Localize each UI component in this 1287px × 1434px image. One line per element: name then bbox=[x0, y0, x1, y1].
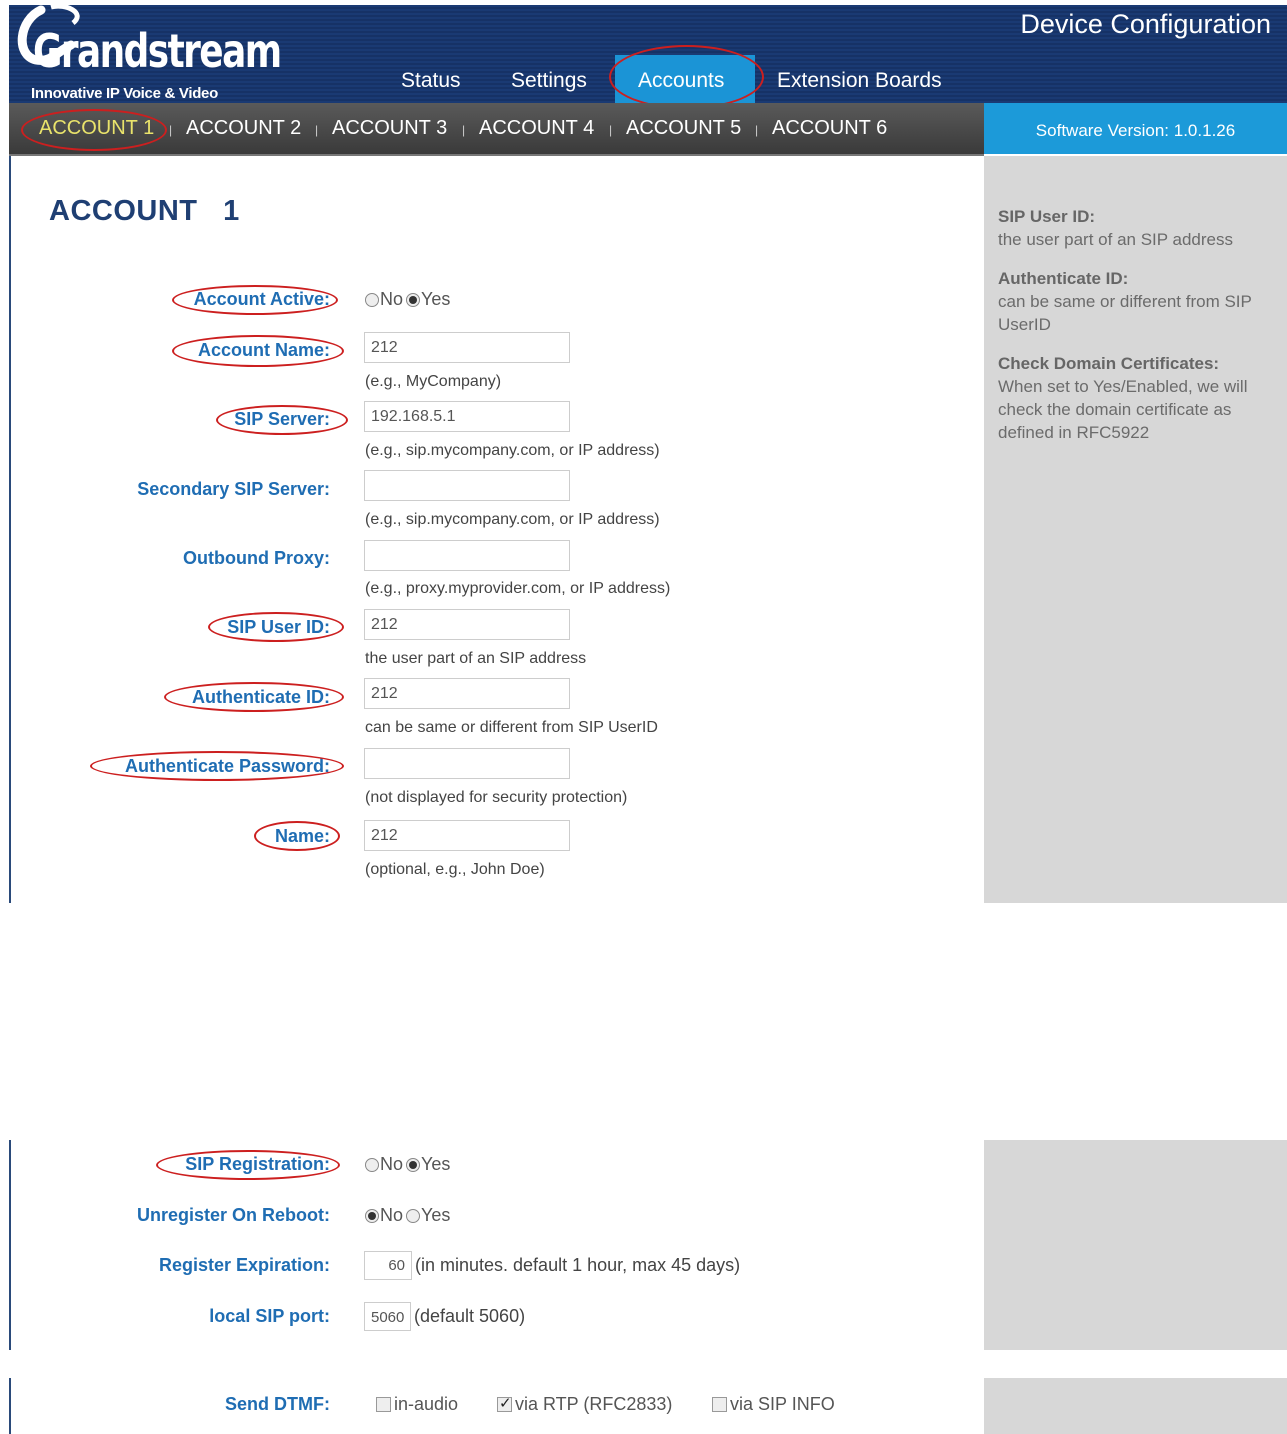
account-name-hint: (e.g., MyCompany) bbox=[365, 373, 502, 390]
subnav-account-1[interactable]: ACCOUNT 1 bbox=[39, 117, 154, 140]
authenticate-password-hint: (not displayed for security protection) bbox=[365, 789, 628, 806]
radio-label-no: No bbox=[380, 1205, 404, 1225]
radio-label-yes: Yes bbox=[421, 1205, 451, 1225]
dtmf-rtp-checkbox[interactable] bbox=[497, 1394, 512, 1412]
subnav-separator: | bbox=[462, 123, 466, 137]
unregister-on-reboot-yes-radio[interactable] bbox=[406, 1208, 421, 1223]
account-active-yes-radio[interactable] bbox=[406, 292, 421, 307]
help-item: SIP User ID: the user part of an SIP add… bbox=[998, 205, 1283, 251]
panel-border bbox=[9, 1378, 11, 1434]
outbound-proxy-hint: (e.g., proxy.myprovider.com, or IP addre… bbox=[365, 580, 671, 597]
dtmf-sip-info-checkbox[interactable] bbox=[712, 1397, 727, 1412]
unregister-on-reboot-label: Unregister On Reboot: bbox=[136, 1205, 330, 1225]
authenticate-password-label: Authenticate Password: bbox=[124, 756, 330, 776]
checkbox-label: via RTP (RFC2833) bbox=[515, 1394, 673, 1414]
checkbox-label: in-audio bbox=[394, 1394, 459, 1414]
help-text: the user part of an SIP address bbox=[998, 230, 1233, 249]
dtmf-sip-info-option: via SIP INFO bbox=[712, 1394, 835, 1415]
sip-registration-label: SIP Registration: bbox=[185, 1154, 330, 1174]
unregister-on-reboot-radios: No Yes bbox=[365, 1205, 450, 1226]
logo-text: Grandstream bbox=[33, 24, 282, 78]
authenticate-password-input[interactable] bbox=[364, 748, 570, 779]
sip-registration-no-radio[interactable] bbox=[365, 1157, 379, 1172]
secondary-sip-server-label: Secondary SIP Server: bbox=[137, 479, 330, 499]
subnav-separator: | bbox=[609, 123, 613, 137]
authenticate-id-input[interactable]: 212 bbox=[364, 678, 570, 709]
tab-accounts[interactable]: Accounts bbox=[638, 69, 724, 93]
account-active-no-radio[interactable] bbox=[365, 292, 379, 307]
sip-server-label: SIP Server: bbox=[234, 409, 330, 429]
register-expiration-note: (in minutes. default 1 hour, max 45 days… bbox=[415, 1255, 741, 1275]
tab-settings[interactable]: Settings bbox=[511, 69, 587, 93]
help-item: Authenticate ID: can be same or differen… bbox=[998, 267, 1283, 336]
authenticate-id-label: Authenticate ID: bbox=[191, 687, 330, 707]
help-title: SIP User ID: bbox=[998, 207, 1096, 226]
panel-border bbox=[9, 1140, 11, 1350]
subnav-separator: | bbox=[169, 123, 173, 137]
name-hint: (optional, e.g., John Doe) bbox=[365, 861, 545, 878]
dtmf-in-audio-option: in-audio bbox=[376, 1394, 458, 1415]
sip-server-hint: (e.g., sip.mycompany.com, or IP address) bbox=[365, 442, 660, 459]
register-expiration-label: Register Expiration: bbox=[158, 1255, 330, 1275]
account-active-label: Account Active: bbox=[193, 289, 330, 309]
authenticate-id-hint: can be same or different from SIP UserID bbox=[365, 719, 658, 736]
subnav-account-5[interactable]: ACCOUNT 5 bbox=[626, 117, 741, 140]
sip-user-id-hint: the user part of an SIP address bbox=[365, 650, 587, 667]
subnav-separator: | bbox=[315, 123, 319, 137]
send-dtmf-label: Send DTMF: bbox=[225, 1394, 330, 1414]
help-panel: SIP User ID: the user part of an SIP add… bbox=[998, 205, 1283, 460]
page-title: Device Configuration bbox=[1020, 9, 1271, 39]
sip-user-id-label: SIP User ID: bbox=[227, 617, 330, 637]
account-name-label: Account Name: bbox=[197, 340, 330, 360]
tab-status[interactable]: Status bbox=[401, 69, 461, 93]
outbound-proxy-input[interactable] bbox=[364, 540, 570, 571]
radio-label-yes: Yes bbox=[421, 289, 451, 309]
checkbox-label: via SIP INFO bbox=[730, 1394, 835, 1414]
account-active-radios: No Yes bbox=[365, 289, 450, 310]
account-subnav: ACCOUNT 1 | ACCOUNT 2 | ACCOUNT 3 | ACCO… bbox=[9, 103, 984, 156]
panel-border bbox=[9, 156, 11, 903]
local-sip-port-label: local SIP port: bbox=[209, 1306, 330, 1326]
software-version: Software Version: 1.0.1.26 bbox=[984, 103, 1287, 154]
local-sip-port-note: (default 5060) bbox=[414, 1306, 526, 1326]
name-label: Name: bbox=[274, 826, 330, 846]
subnav-separator: | bbox=[755, 123, 759, 137]
tab-extension-boards[interactable]: Extension Boards bbox=[777, 69, 942, 93]
page-heading: ACCOUNT 1 bbox=[49, 195, 240, 227]
help-column bbox=[984, 1140, 1287, 1350]
subnav-account-4[interactable]: ACCOUNT 4 bbox=[479, 117, 594, 140]
help-title: Authenticate ID: bbox=[998, 269, 1129, 288]
sip-user-id-input[interactable]: 212 bbox=[364, 609, 570, 640]
top-header: Grandstream Innovative IP Voice & Video … bbox=[9, 5, 1287, 109]
outbound-proxy-label: Outbound Proxy: bbox=[183, 548, 330, 568]
help-column bbox=[984, 1378, 1287, 1434]
radio-label-yes: Yes bbox=[421, 1154, 451, 1174]
unregister-on-reboot-no-radio[interactable] bbox=[365, 1208, 379, 1223]
dtmf-rtp-option: via RTP (RFC2833) bbox=[497, 1394, 672, 1415]
help-title: Check Domain Certificates: bbox=[998, 354, 1220, 373]
help-item: Check Domain Certificates: When set to Y… bbox=[998, 352, 1283, 444]
secondary-sip-server-hint: (e.g., sip.mycompany.com, or IP address) bbox=[365, 511, 660, 528]
subnav-account-6[interactable]: ACCOUNT 6 bbox=[772, 117, 887, 140]
help-text: When set to Yes/Enabled, we will check t… bbox=[998, 377, 1248, 442]
subnav-account-2[interactable]: ACCOUNT 2 bbox=[186, 117, 301, 140]
dtmf-in-audio-checkbox[interactable] bbox=[376, 1397, 391, 1412]
help-text: can be same or different from SIP UserID bbox=[998, 292, 1252, 334]
logo-tagline: Innovative IP Voice & Video bbox=[31, 85, 218, 102]
local-sip-port-input[interactable]: 5060 bbox=[364, 1302, 411, 1331]
subnav-account-3[interactable]: ACCOUNT 3 bbox=[332, 117, 447, 140]
account-name-input[interactable]: 212 bbox=[364, 332, 570, 363]
radio-label-no: No bbox=[380, 1154, 404, 1174]
name-input[interactable]: 212 bbox=[364, 820, 570, 851]
radio-label-no: No bbox=[380, 289, 404, 309]
sip-registration-yes-radio[interactable] bbox=[406, 1157, 421, 1172]
secondary-sip-server-input[interactable] bbox=[364, 470, 570, 501]
sip-server-input[interactable]: 192.168.5.1 bbox=[364, 401, 570, 432]
sip-registration-radios: No Yes bbox=[365, 1154, 450, 1175]
register-expiration-input[interactable]: 60 bbox=[364, 1251, 412, 1280]
